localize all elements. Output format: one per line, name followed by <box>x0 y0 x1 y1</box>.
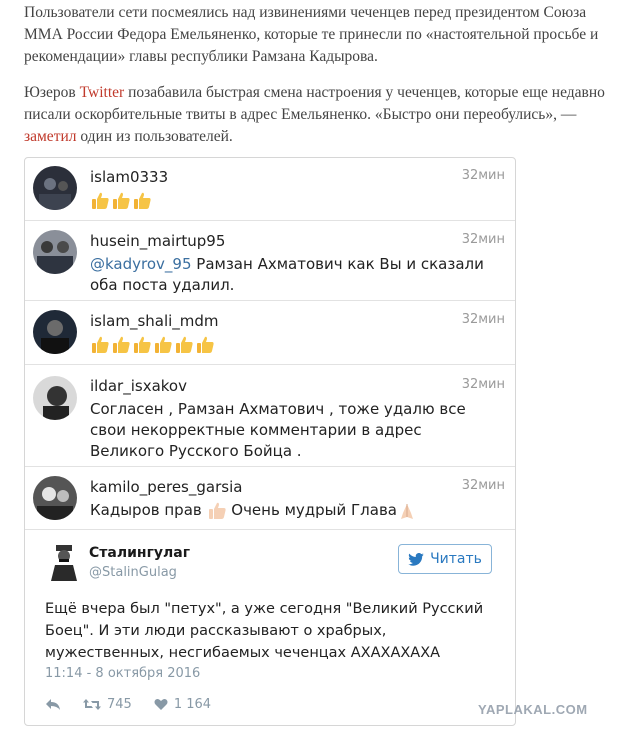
comment-emoji-row <box>90 334 500 355</box>
avatar[interactable] <box>33 310 77 354</box>
thumbs-up-icon <box>208 502 226 519</box>
comment-time: 32мин <box>461 168 505 183</box>
retweet-button[interactable]: 745 <box>83 697 132 712</box>
comments-screenshot-card: islam0333 32мин husein_mairtup95 32мин @… <box>24 157 516 726</box>
twitter-link[interactable]: Twitter <box>80 84 125 101</box>
tweet-author-name[interactable]: Сталингулаг <box>89 545 190 561</box>
thumbs-up-icon <box>90 334 216 355</box>
paragraph-text: один из пользователей. <box>76 128 233 145</box>
thumbs-up-icon <box>134 336 151 353</box>
comment-text: @kadyrov_95 Рамзан Ахматович как Вы и ск… <box>90 254 500 296</box>
tweet-author-handle[interactable]: @StalinGulag <box>89 565 177 580</box>
twitter-bird-icon <box>408 552 424 566</box>
reply-button[interactable] <box>45 698 61 711</box>
site-watermark: YAPLAKAL.COM <box>478 702 588 717</box>
tweet-date[interactable]: 11:14 - 8 октября 2016 <box>45 666 200 681</box>
article-text: Пользователи сети посмеялись над извинен… <box>24 2 624 162</box>
comment-username[interactable]: kamilo_peres_garsia <box>90 478 242 496</box>
thumbs-up-icon <box>90 190 153 211</box>
avatar[interactable] <box>45 543 83 581</box>
thumbs-up-icon <box>92 192 109 209</box>
thumbs-up-icon <box>113 192 130 209</box>
embedded-tweet: Сталингулаг @StalinGulag Читать Ещё вчер… <box>25 529 515 725</box>
tweet-actions: 745 1 164 <box>45 695 233 713</box>
comment-time: 32мин <box>461 377 505 392</box>
comment-item: islam_shali_mdm 32мин <box>25 300 515 365</box>
avatar[interactable] <box>33 376 77 420</box>
comment-username[interactable]: islam_shali_mdm <box>90 312 219 330</box>
comment-time: 32мин <box>461 232 505 247</box>
thumbs-up-icon <box>92 336 109 353</box>
avatar[interactable] <box>33 230 77 274</box>
follow-button[interactable]: Читать <box>398 544 492 574</box>
like-button[interactable]: 1 164 <box>154 697 211 712</box>
comment-username[interactable]: husein_mairtup95 <box>90 232 225 250</box>
comment-body: Очень мудрый Глава <box>226 501 397 519</box>
comment-text: Согласен , Рамзан Ахматович , тоже удалю… <box>90 400 466 460</box>
article-paragraph-1: Пользователи сети посмеялись над извинен… <box>24 4 599 65</box>
thumbs-up-icon <box>197 336 214 353</box>
avatar[interactable] <box>33 166 77 210</box>
praying-hands-icon <box>401 503 413 519</box>
comment-item: husein_mairtup95 32мин @kadyrov_95 Рамза… <box>25 220 515 301</box>
noted-link[interactable]: заметил <box>24 128 77 145</box>
comment-username[interactable]: islam0333 <box>90 168 168 186</box>
retweet-icon <box>83 698 101 710</box>
follow-button-label: Читать <box>430 551 482 567</box>
comment-item: islam0333 32мин <box>25 158 515 221</box>
comment-text: Кадыров прав Очень мудрый Глава <box>90 500 500 521</box>
comment-item: ildar_isxakov 32мин Согласен , Рамзан Ах… <box>25 364 515 467</box>
reply-icon <box>46 698 60 710</box>
thumbs-up-icon <box>155 336 172 353</box>
comment-body: Кадыров прав <box>90 501 207 519</box>
heart-icon <box>154 698 168 710</box>
retweet-count: 745 <box>107 696 132 712</box>
thumbs-up-icon <box>176 336 193 353</box>
tweet-text: Ещё вчера был "петух", а уже сегодня "Ве… <box>45 601 484 661</box>
thumbs-up-icon <box>113 336 130 353</box>
mention-link[interactable]: @kadyrov_95 <box>90 255 192 273</box>
comment-time: 32мин <box>461 312 505 327</box>
article-paragraph-2: Юзеров Twitter позабавила быстрая смена … <box>24 82 624 148</box>
comment-item: kamilo_peres_garsia 32мин Кадыров прав О… <box>25 466 515 530</box>
avatar[interactable] <box>33 476 77 520</box>
comment-username[interactable]: ildar_isxakov <box>90 377 187 395</box>
thumbs-up-icon <box>134 192 151 209</box>
comment-time: 32мин <box>461 478 505 493</box>
paragraph-text: Юзеров <box>24 84 80 101</box>
like-count: 1 164 <box>173 696 212 712</box>
comment-emoji-row <box>90 190 500 211</box>
